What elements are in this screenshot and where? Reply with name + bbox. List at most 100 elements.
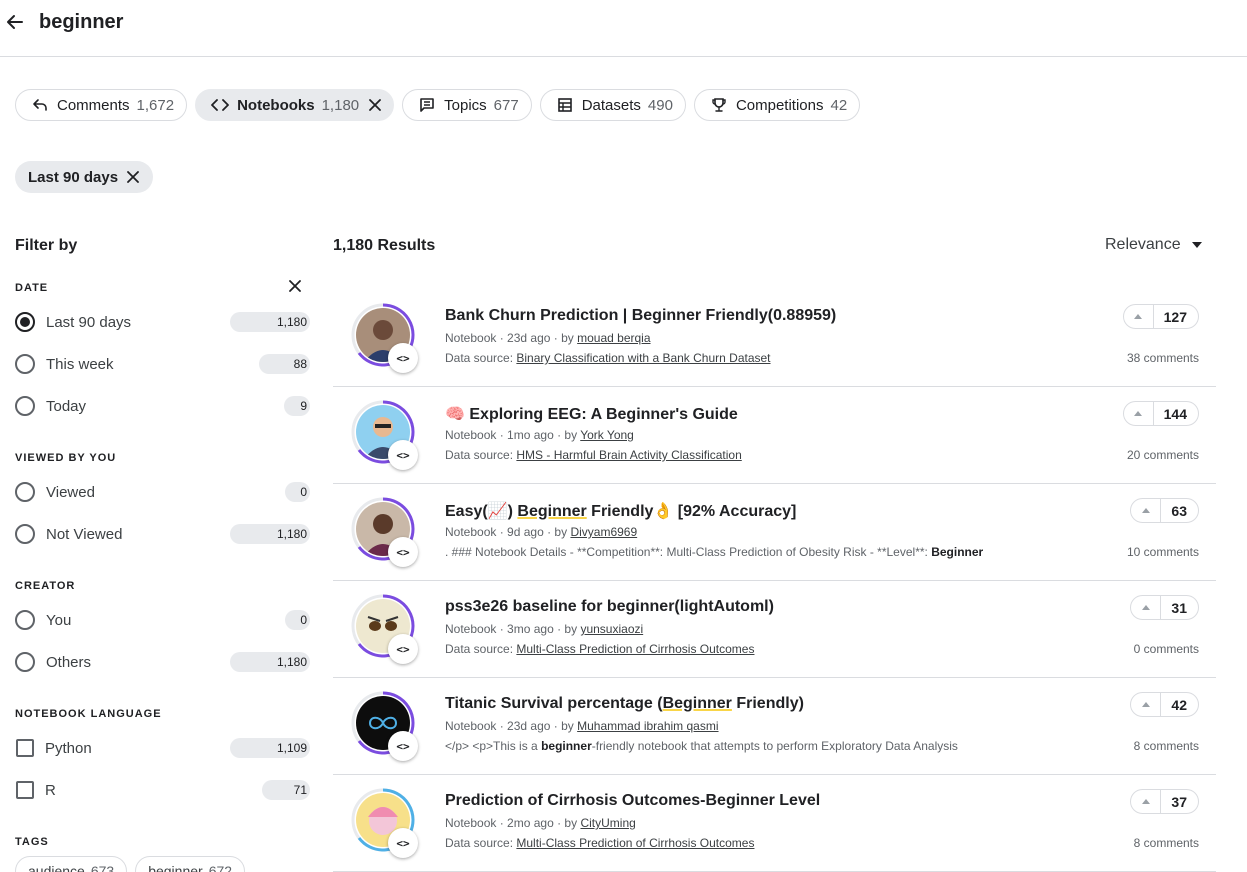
filter-title: Filter by: [15, 237, 78, 254]
option-label: Not Viewed: [46, 525, 123, 543]
comments-link[interactable]: 20 comments: [1127, 448, 1199, 462]
option-count: 1,180: [230, 652, 310, 672]
date-option-this-week[interactable]: This week 88: [15, 349, 310, 379]
result-row[interactable]: <> 🧠 Exploring EEG: A Beginner's Guide N…: [333, 387, 1216, 484]
upvote-button[interactable]: 63: [1130, 498, 1199, 523]
checkbox[interactable]: [16, 781, 34, 799]
option-count: 1,180: [230, 524, 310, 544]
viewed-option-viewed[interactable]: Viewed 0: [15, 477, 310, 507]
upvote-arrow-icon: [1124, 402, 1154, 425]
chip-comments[interactable]: Comments 1,672: [15, 89, 188, 121]
sort-dropdown[interactable]: Relevance: [1105, 236, 1202, 254]
comments-link[interactable]: 38 comments: [1127, 351, 1199, 365]
viewed-option-not-viewed[interactable]: Not Viewed 1,180: [15, 519, 310, 549]
sort-label: Relevance: [1105, 236, 1181, 253]
option-count: 1,180: [230, 312, 310, 332]
upvote-button[interactable]: 37: [1130, 789, 1199, 814]
chip-notebooks[interactable]: Notebooks 1,180: [195, 89, 395, 121]
upvote-arrow-icon: [1131, 596, 1162, 619]
result-age: 3mo ago: [507, 622, 554, 636]
option-count: 9: [284, 396, 310, 416]
data-source-link[interactable]: HMS - Harmful Brain Activity Classificat…: [516, 448, 741, 462]
chip-competitions[interactable]: Competitions 42: [693, 89, 861, 121]
radio-button[interactable]: [15, 524, 35, 544]
result-title[interactable]: 🧠 Exploring EEG: A Beginner's Guide: [445, 404, 738, 424]
by-label: by: [561, 331, 574, 345]
radio-button[interactable]: [15, 312, 35, 332]
snippet-text: . ### Notebook Details - **Competition**…: [445, 545, 932, 559]
snippet-text: </p> <p>This is a: [445, 739, 542, 753]
author-link[interactable]: York Yong: [580, 428, 634, 442]
close-icon[interactable]: [127, 171, 139, 183]
close-icon[interactable]: [369, 99, 382, 111]
clear-date-button[interactable]: [287, 278, 303, 294]
result-row[interactable]: <> Prediction of Cirrhosis Outcomes-Begi…: [333, 775, 1216, 872]
option-label: Last 90 days: [46, 313, 132, 331]
creator-option-you[interactable]: You 0: [15, 605, 310, 635]
back-button[interactable]: [3, 10, 27, 34]
title-part: Easy(📈): [445, 503, 518, 520]
author-link[interactable]: Muhammad ibrahim qasmi: [577, 719, 718, 733]
result-title[interactable]: Easy(📈) Beginner Friendly👌 [92% Accuracy…: [445, 501, 796, 521]
option-label: R: [45, 781, 56, 799]
language-option-python[interactable]: Python 1,109: [15, 733, 310, 763]
radio-button[interactable]: [15, 610, 35, 630]
snippet-highlight: Beginner: [931, 545, 984, 559]
author-link[interactable]: Divyam6969: [570, 525, 637, 539]
comments-link[interactable]: 10 comments: [1127, 545, 1199, 559]
author-avatar[interactable]: <>: [351, 497, 418, 567]
upvote-button[interactable]: 127: [1122, 304, 1199, 329]
author-avatar[interactable]: <>: [351, 788, 418, 858]
upvote-button[interactable]: 42: [1130, 692, 1199, 717]
tag-count: 672: [208, 863, 233, 872]
date-option-today[interactable]: Today 9: [15, 391, 310, 421]
tag-label: beginner: [148, 863, 203, 872]
comments-link[interactable]: 0 comments: [1134, 642, 1199, 656]
upvote-button[interactable]: 144: [1122, 401, 1199, 426]
option-count: 1,109: [230, 738, 310, 758]
result-title[interactable]: pss3e26 baseline for beginner(lightAutom…: [445, 598, 774, 616]
result-age: 2mo ago: [507, 816, 554, 830]
upvote-button[interactable]: 31: [1130, 595, 1199, 620]
active-filter-label: Last 90 days: [28, 168, 119, 186]
author-link[interactable]: mouad berqia: [577, 331, 650, 345]
result-row[interactable]: <> Easy(📈) Beginner Friendly👌 [92% Accur…: [333, 484, 1216, 581]
comments-link[interactable]: 8 comments: [1134, 739, 1199, 753]
by-label: by: [561, 719, 574, 733]
creator-option-others[interactable]: Others 1,180: [15, 647, 310, 677]
author-link[interactable]: CityUming: [580, 816, 635, 830]
data-source-link[interactable]: Multi-Class Prediction of Cirrhosis Outc…: [516, 642, 754, 656]
tag-audience[interactable]: audience 673: [15, 856, 128, 872]
date-option-last-90-days[interactable]: Last 90 days 1,180: [15, 307, 310, 337]
vote-count: 31: [1171, 599, 1187, 616]
radio-button[interactable]: [15, 396, 35, 416]
chip-datasets[interactable]: Datasets 490: [539, 89, 686, 121]
author-avatar[interactable]: <>: [351, 303, 418, 373]
data-source-link[interactable]: Multi-Class Prediction of Cirrhosis Outc…: [516, 836, 754, 850]
chip-topics[interactable]: Topics 677: [402, 89, 532, 121]
active-filter-chip[interactable]: Last 90 days: [15, 161, 154, 193]
language-option-r[interactable]: R 71: [15, 775, 310, 805]
result-title[interactable]: Bank Churn Prediction | Beginner Friendl…: [445, 307, 836, 325]
comments-link[interactable]: 8 comments: [1134, 836, 1199, 850]
code-icon: <>: [388, 343, 418, 373]
radio-button[interactable]: [15, 354, 35, 374]
author-avatar[interactable]: <>: [351, 400, 418, 470]
author-avatar[interactable]: <>: [351, 691, 418, 761]
result-type: Notebook: [445, 428, 497, 442]
result-row[interactable]: <> Titanic Survival percentage (Beginner…: [333, 678, 1216, 775]
author-avatar[interactable]: <>: [351, 594, 418, 664]
data-source-link[interactable]: Binary Classification with a Bank Churn …: [516, 351, 770, 365]
tag-beginner[interactable]: beginner 672: [135, 856, 246, 872]
option-count: 0: [285, 482, 310, 502]
radio-button[interactable]: [15, 652, 35, 672]
result-age: 23d ago: [507, 331, 551, 345]
result-subtitle: Data source: Binary Classification with …: [445, 351, 771, 365]
result-title[interactable]: Titanic Survival percentage (Beginner Fr…: [445, 695, 804, 713]
result-title[interactable]: Prediction of Cirrhosis Outcomes-Beginne…: [445, 792, 820, 810]
checkbox[interactable]: [16, 739, 34, 757]
radio-button[interactable]: [15, 482, 35, 502]
result-row[interactable]: <> pss3e26 baseline for beginner(lightAu…: [333, 581, 1216, 678]
author-link[interactable]: yunsuxiaozi: [580, 622, 643, 636]
result-row[interactable]: <> Bank Churn Prediction | Beginner Frie…: [333, 290, 1216, 387]
